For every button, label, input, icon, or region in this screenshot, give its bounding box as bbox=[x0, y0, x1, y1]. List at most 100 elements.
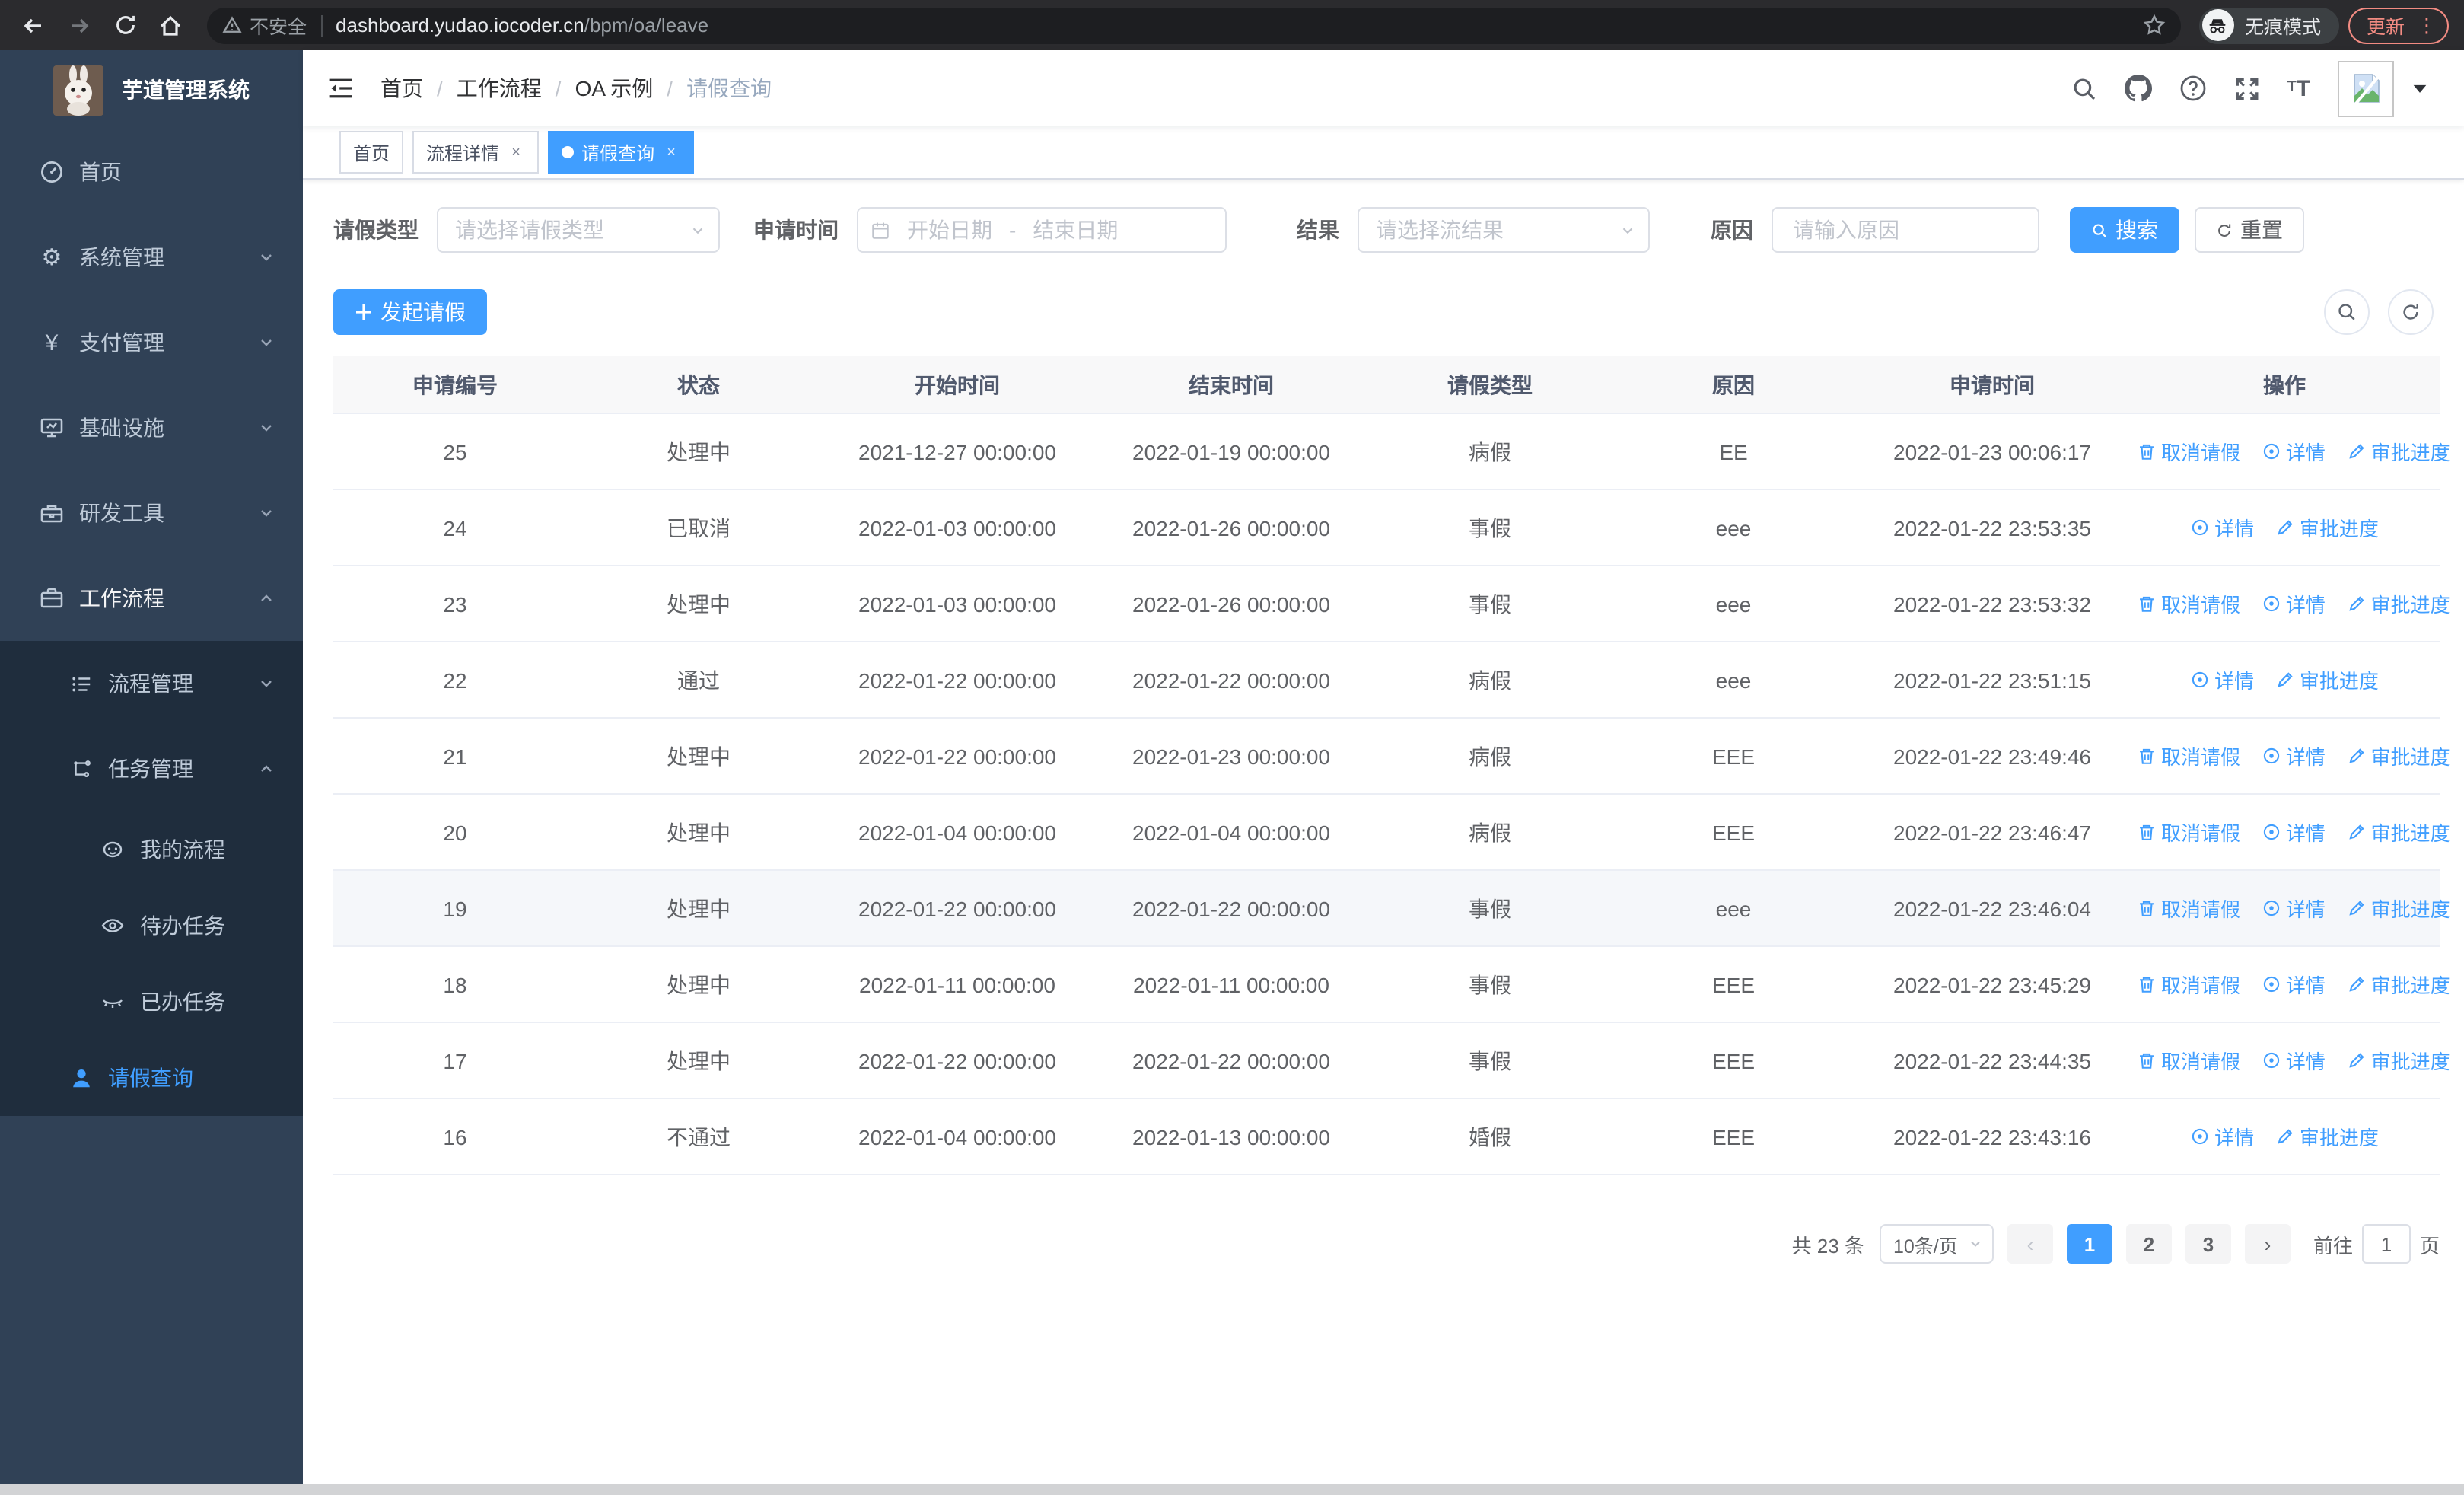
approval-progress-link[interactable]: 审批进度 bbox=[2275, 1122, 2379, 1151]
approval-progress-link[interactable]: 审批进度 bbox=[2347, 741, 2450, 770]
text-size-icon[interactable]: TT bbox=[2287, 77, 2310, 100]
forward-icon[interactable] bbox=[61, 7, 97, 43]
cancel-leave-link[interactable]: 取消请假 bbox=[2137, 970, 2240, 999]
detail-link[interactable]: 详情 bbox=[2262, 1046, 2326, 1075]
caret-down-icon[interactable] bbox=[2412, 81, 2427, 96]
detail-link[interactable]: 详情 bbox=[2190, 513, 2254, 542]
approval-progress-link[interactable]: 审批进度 bbox=[2347, 818, 2450, 846]
sidebar-item-todo-tasks[interactable]: 待办任务 bbox=[0, 888, 303, 964]
reset-button[interactable]: 重置 bbox=[2195, 207, 2304, 253]
cell-apply-time: 2022-01-22 23:44:35 bbox=[1855, 1022, 2129, 1099]
cancel-leave-link[interactable]: 取消请假 bbox=[2137, 1046, 2240, 1075]
refresh-icon bbox=[2218, 223, 2231, 236]
close-icon[interactable]: × bbox=[507, 143, 525, 161]
detail-link[interactable]: 详情 bbox=[2262, 818, 2326, 846]
cell-apply-id: 17 bbox=[333, 1022, 577, 1099]
goto-page-input[interactable] bbox=[2361, 1224, 2411, 1264]
sidebar-item-home[interactable]: 首页 bbox=[0, 129, 303, 215]
toggle-search-button[interactable] bbox=[2324, 289, 2370, 335]
start-date-input[interactable] bbox=[899, 216, 1000, 244]
search-icon[interactable] bbox=[2071, 75, 2096, 101]
approval-progress-link[interactable]: 审批进度 bbox=[2347, 589, 2450, 618]
browser-update-button[interactable]: 更新 ⋮ bbox=[2348, 7, 2449, 43]
sidebar-item-label: 系统管理 bbox=[79, 245, 164, 269]
sidebar-item-workflow[interactable]: 工作流程 bbox=[0, 556, 303, 641]
tag-process-detail[interactable]: 流程详情 × bbox=[412, 131, 540, 174]
prev-page-button[interactable]: ‹ bbox=[2007, 1224, 2053, 1264]
cancel-leave-link[interactable]: 取消请假 bbox=[2137, 818, 2240, 846]
window-bottom-edge bbox=[0, 1484, 2464, 1495]
sidebar-item-task-management[interactable]: 任务管理 bbox=[0, 726, 303, 811]
approval-progress-link[interactable]: 审批进度 bbox=[2347, 437, 2450, 466]
avatar[interactable] bbox=[2338, 60, 2394, 116]
detail-link[interactable]: 详情 bbox=[2262, 589, 2326, 618]
help-icon[interactable] bbox=[2179, 75, 2206, 102]
browser-menu-dots-icon[interactable]: ⋮ bbox=[2417, 15, 2437, 35]
bookmark-star-icon[interactable] bbox=[2143, 14, 2166, 37]
home-icon[interactable] bbox=[152, 7, 189, 43]
sidebar-item-done-tasks[interactable]: 已办任务 bbox=[0, 964, 303, 1040]
sidebar-item-dev-tools[interactable]: 研发工具 bbox=[0, 470, 303, 556]
sidebar-item-leave-query[interactable]: 请假查询 bbox=[0, 1040, 303, 1116]
detail-link[interactable]: 详情 bbox=[2262, 970, 2326, 999]
pen-icon bbox=[2348, 596, 2364, 611]
breadcrumb-home[interactable]: 首页 bbox=[380, 73, 423, 104]
cell-actions: 取消请假 详情 审批进度 bbox=[2129, 794, 2450, 871]
back-icon[interactable] bbox=[15, 7, 52, 43]
leave-type-select[interactable]: 请选择请假类型 bbox=[437, 207, 720, 253]
sidebar-item-my-processes[interactable]: 我的流程 bbox=[0, 811, 303, 888]
cell-start-time: 2022-01-22 00:00:00 bbox=[820, 1022, 1094, 1099]
next-page-button[interactable]: › bbox=[2244, 1224, 2291, 1264]
refresh-table-button[interactable] bbox=[2388, 289, 2434, 335]
url-host: dashboard.yudao.iocoder.cn bbox=[336, 14, 584, 37]
security-label: 不安全 bbox=[250, 17, 307, 38]
search-button[interactable]: 搜索 bbox=[2070, 207, 2179, 253]
page-button-2[interactable]: 2 bbox=[2125, 1224, 2172, 1264]
filter-time-label: 申请时间 bbox=[753, 218, 839, 242]
breadcrumb-workflow[interactable]: 工作流程 bbox=[457, 73, 542, 104]
sidebar-fold-icon[interactable] bbox=[326, 73, 356, 104]
sidebar-item-system[interactable]: ⚙ 系统管理 bbox=[0, 215, 303, 300]
github-icon[interactable] bbox=[2124, 75, 2152, 102]
cell-start-time: 2022-01-22 00:00:00 bbox=[820, 870, 1094, 947]
cell-leave-type: 事假 bbox=[1368, 946, 1612, 1023]
page-button-1[interactable]: 1 bbox=[2066, 1224, 2112, 1264]
filter-form: 请假类型 请选择请假类型 申请时间 - 结果 请选择流结果 bbox=[333, 207, 2440, 253]
cancel-leave-link[interactable]: 取消请假 bbox=[2137, 894, 2240, 923]
approval-progress-link[interactable]: 审批进度 bbox=[2275, 665, 2379, 694]
detail-link[interactable]: 详情 bbox=[2190, 665, 2254, 694]
app-logo-row[interactable]: 芋道管理系统 bbox=[0, 50, 303, 129]
apply-time-range-picker[interactable]: - bbox=[857, 207, 1227, 253]
create-leave-button[interactable]: 发起请假 bbox=[333, 289, 487, 335]
cancel-leave-link[interactable]: 取消请假 bbox=[2137, 741, 2240, 770]
close-icon[interactable]: × bbox=[662, 143, 680, 161]
detail-link[interactable]: 详情 bbox=[2190, 1122, 2254, 1151]
approval-progress-link[interactable]: 审批进度 bbox=[2347, 970, 2450, 999]
cancel-leave-link[interactable]: 取消请假 bbox=[2137, 589, 2240, 618]
end-date-input[interactable] bbox=[1025, 216, 1126, 244]
pen-icon bbox=[2348, 901, 2364, 916]
breadcrumb-oa-example[interactable]: OA 示例 bbox=[575, 73, 654, 104]
detail-link[interactable]: 详情 bbox=[2262, 894, 2326, 923]
cancel-leave-link[interactable]: 取消请假 bbox=[2137, 437, 2240, 466]
page-button-3[interactable]: 3 bbox=[2185, 1224, 2231, 1264]
view-icon bbox=[2192, 1128, 2208, 1145]
address-bar[interactable]: 不安全 dashboard.yudao.iocoder.cn/bpm/oa/le… bbox=[207, 7, 2181, 43]
tag-home[interactable]: 首页 bbox=[339, 131, 404, 174]
sidebar-item-process-management[interactable]: 流程管理 bbox=[0, 641, 303, 726]
page-size-select[interactable]: 10条/页 bbox=[1879, 1224, 1994, 1264]
security-chip[interactable]: 不安全 bbox=[222, 11, 307, 40]
approval-progress-link[interactable]: 审批进度 bbox=[2347, 894, 2450, 923]
detail-link[interactable]: 详情 bbox=[2262, 741, 2326, 770]
sidebar-item-payment[interactable]: ¥ 支付管理 bbox=[0, 300, 303, 385]
tag-leave-query[interactable]: 请假查询 × bbox=[548, 131, 695, 174]
approval-progress-link[interactable]: 审批进度 bbox=[2275, 513, 2379, 542]
sidebar-item-infrastructure[interactable]: 基础设施 bbox=[0, 385, 303, 470]
detail-link[interactable]: 详情 bbox=[2262, 437, 2326, 466]
approval-progress-link[interactable]: 审批进度 bbox=[2347, 1046, 2450, 1075]
reason-input[interactable] bbox=[1790, 216, 2021, 244]
sidebar: 芋道管理系统 首页 ⚙ 系统管理 ¥ 支付管理 基础设施 研发工具 工作流程 流… bbox=[0, 50, 303, 1495]
fullscreen-icon[interactable] bbox=[2233, 75, 2259, 101]
result-select[interactable]: 请选择流结果 bbox=[1358, 207, 1650, 253]
reload-icon[interactable] bbox=[107, 7, 143, 43]
